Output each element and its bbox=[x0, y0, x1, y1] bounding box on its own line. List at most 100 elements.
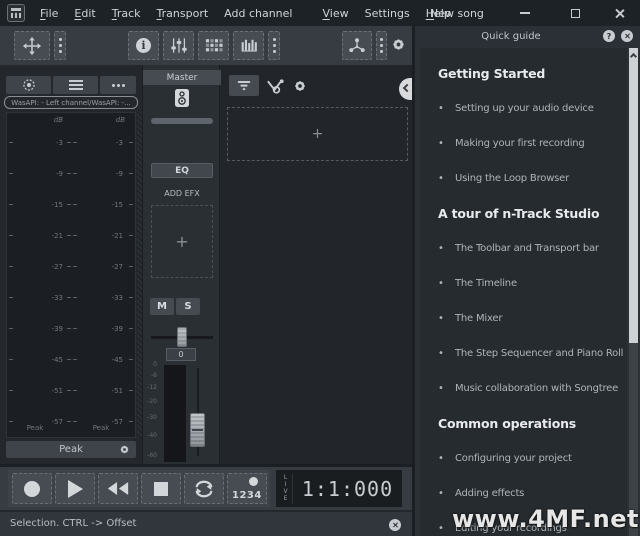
piano-roll-button[interactable] bbox=[233, 31, 264, 60]
pan-value[interactable]: 0 bbox=[166, 348, 196, 361]
record-button[interactable] bbox=[12, 473, 52, 504]
meter-scale-row: -51-51 bbox=[7, 375, 135, 406]
metronome-button[interactable]: 1234 bbox=[227, 473, 267, 504]
play-button[interactable] bbox=[55, 473, 95, 504]
quick-guide-scrollbar[interactable] bbox=[629, 48, 638, 536]
mixer-icon bbox=[170, 37, 188, 54]
meter-more-button[interactable] bbox=[100, 76, 136, 94]
loop-icon bbox=[192, 479, 216, 499]
songtree-button[interactable] bbox=[342, 31, 372, 60]
pan-handle[interactable] bbox=[177, 327, 187, 347]
quick-guide-item[interactable]: •The Step Sequencer and Piano Roll bbox=[420, 336, 627, 371]
meter-mode-button[interactable] bbox=[6, 76, 51, 94]
fader-scale-label: 0 bbox=[143, 361, 157, 368]
quick-guide-item[interactable]: •Configuring your project bbox=[420, 441, 627, 476]
quick-guide-header: Quick guide ? bbox=[415, 26, 640, 46]
master-slider[interactable] bbox=[151, 118, 213, 124]
meter-scale-row: -57-57 bbox=[7, 406, 135, 437]
record-icon bbox=[24, 481, 40, 497]
quick-guide-item-label: The Mixer bbox=[455, 313, 502, 324]
scrollbar-thumb[interactable] bbox=[629, 48, 638, 343]
timeline-panel: + bbox=[221, 65, 412, 467]
track-dropzone[interactable]: + bbox=[227, 107, 408, 161]
bullet-icon: • bbox=[438, 348, 455, 359]
quick-guide-item-label: Music collaboration with Songtree bbox=[455, 383, 618, 394]
quick-guide-item-label: Configuring your project bbox=[455, 453, 572, 464]
quick-guide-item[interactable]: •The Timeline bbox=[420, 266, 627, 301]
fader-scale-label: -20 bbox=[143, 398, 157, 405]
fader-scale-label: -30 bbox=[143, 414, 157, 421]
help-button[interactable]: ? bbox=[603, 30, 615, 42]
loop-button[interactable] bbox=[184, 473, 224, 504]
quick-guide-item[interactable]: •Setting up your audio device bbox=[420, 91, 627, 126]
solo-button[interactable]: S bbox=[176, 298, 200, 315]
toolbar-settings-button[interactable] bbox=[391, 37, 406, 56]
rewind-button[interactable] bbox=[98, 473, 138, 504]
timeline-settings-button[interactable] bbox=[293, 78, 307, 97]
app-window: FileEditTrackTransportAdd channel ViewSet… bbox=[0, 0, 640, 536]
time-display[interactable]: 1:1:000 bbox=[293, 477, 402, 501]
maximize-button[interactable] bbox=[560, 0, 590, 26]
quick-guide-item[interactable]: •Using the Loop Browser bbox=[420, 161, 627, 196]
master-title[interactable]: Master bbox=[143, 70, 221, 85]
grid-icon bbox=[205, 38, 223, 53]
live-button[interactable]: LIVE bbox=[280, 474, 293, 504]
bullet-icon: • bbox=[438, 138, 455, 149]
meter-scale-row: -15-15 bbox=[7, 189, 135, 220]
gear-icon[interactable] bbox=[119, 444, 130, 455]
quick-guide-heading: A tour of n-Track Studio bbox=[420, 196, 627, 231]
panel-expand-button[interactable] bbox=[399, 78, 412, 100]
output-device-button[interactable] bbox=[174, 88, 190, 112]
automation-button[interactable] bbox=[265, 77, 286, 99]
mixer-button[interactable] bbox=[163, 31, 194, 60]
toolbar-kebab-left[interactable] bbox=[54, 31, 66, 60]
add-efx-label: ADD EFX bbox=[143, 189, 221, 198]
step-sequencer-button[interactable] bbox=[198, 31, 229, 60]
menu-view[interactable]: View bbox=[314, 7, 356, 20]
meter-unit-left: dB bbox=[31, 116, 63, 124]
eq-button[interactable]: EQ bbox=[151, 163, 213, 178]
toolbar-kebab-right[interactable] bbox=[376, 31, 387, 60]
automation-icon bbox=[265, 77, 286, 95]
minimize-button[interactable] bbox=[510, 0, 540, 26]
toolbar-kebab-center[interactable] bbox=[268, 31, 280, 60]
audio-device-field[interactable]: WasAPI: - Left channel/WasAPI: -... bbox=[4, 96, 138, 109]
menu-add-channel[interactable]: Add channel bbox=[216, 7, 300, 20]
meter-scale-row: -39-39 bbox=[7, 313, 135, 344]
mute-button[interactable]: M bbox=[150, 298, 174, 315]
quick-guide-item-label: Adding effects bbox=[455, 488, 524, 499]
question-icon: ? bbox=[607, 32, 612, 41]
track-filter-button[interactable] bbox=[229, 75, 259, 96]
meter-menu-button[interactable] bbox=[53, 76, 98, 94]
quick-guide-item[interactable]: •Music collaboration with Songtree bbox=[420, 371, 627, 406]
peak-button[interactable]: Peak bbox=[6, 441, 136, 458]
info-button[interactable]: i bbox=[128, 31, 159, 60]
menu-track[interactable]: Track bbox=[104, 7, 149, 20]
menu-file[interactable]: File bbox=[32, 7, 66, 20]
menu-edit[interactable]: Edit bbox=[66, 7, 103, 20]
meter-scale-row: -45-45 bbox=[7, 344, 135, 375]
quick-guide-item[interactable]: •Making your first recording bbox=[420, 126, 627, 161]
meter-scale-row: -3-3 bbox=[7, 127, 135, 158]
menu-settings[interactable]: Settings bbox=[357, 7, 418, 20]
close-button[interactable] bbox=[604, 0, 634, 26]
efx-dropzone[interactable]: + bbox=[151, 205, 213, 278]
titlebar: FileEditTrackTransportAdd channel ViewSet… bbox=[0, 0, 640, 26]
plus-icon: + bbox=[175, 232, 188, 251]
volume-fader-handle[interactable] bbox=[190, 413, 205, 447]
fader-scale-label: -60 bbox=[143, 452, 157, 459]
quick-guide-item[interactable]: •The Toolbar and Transport bar bbox=[420, 231, 627, 266]
stop-button[interactable] bbox=[141, 473, 181, 504]
quick-guide-item-label: Making your first recording bbox=[455, 138, 585, 149]
menu-transport[interactable]: Transport bbox=[149, 7, 217, 20]
watermark: www.4MF.net bbox=[452, 505, 639, 533]
quick-guide-item-label: The Step Sequencer and Piano Roll bbox=[455, 348, 623, 359]
meter-scale-row: -21-21 bbox=[7, 220, 135, 251]
quick-guide-item[interactable]: •The Mixer bbox=[420, 301, 627, 336]
status-close-button[interactable] bbox=[389, 519, 401, 531]
move-tool-button[interactable] bbox=[14, 31, 50, 60]
quick-guide-close-button[interactable] bbox=[621, 30, 633, 42]
fader-scale-label: -12 bbox=[143, 384, 157, 391]
meter-scale-row: -9-9 bbox=[7, 158, 135, 189]
bullet-icon: • bbox=[438, 383, 455, 394]
